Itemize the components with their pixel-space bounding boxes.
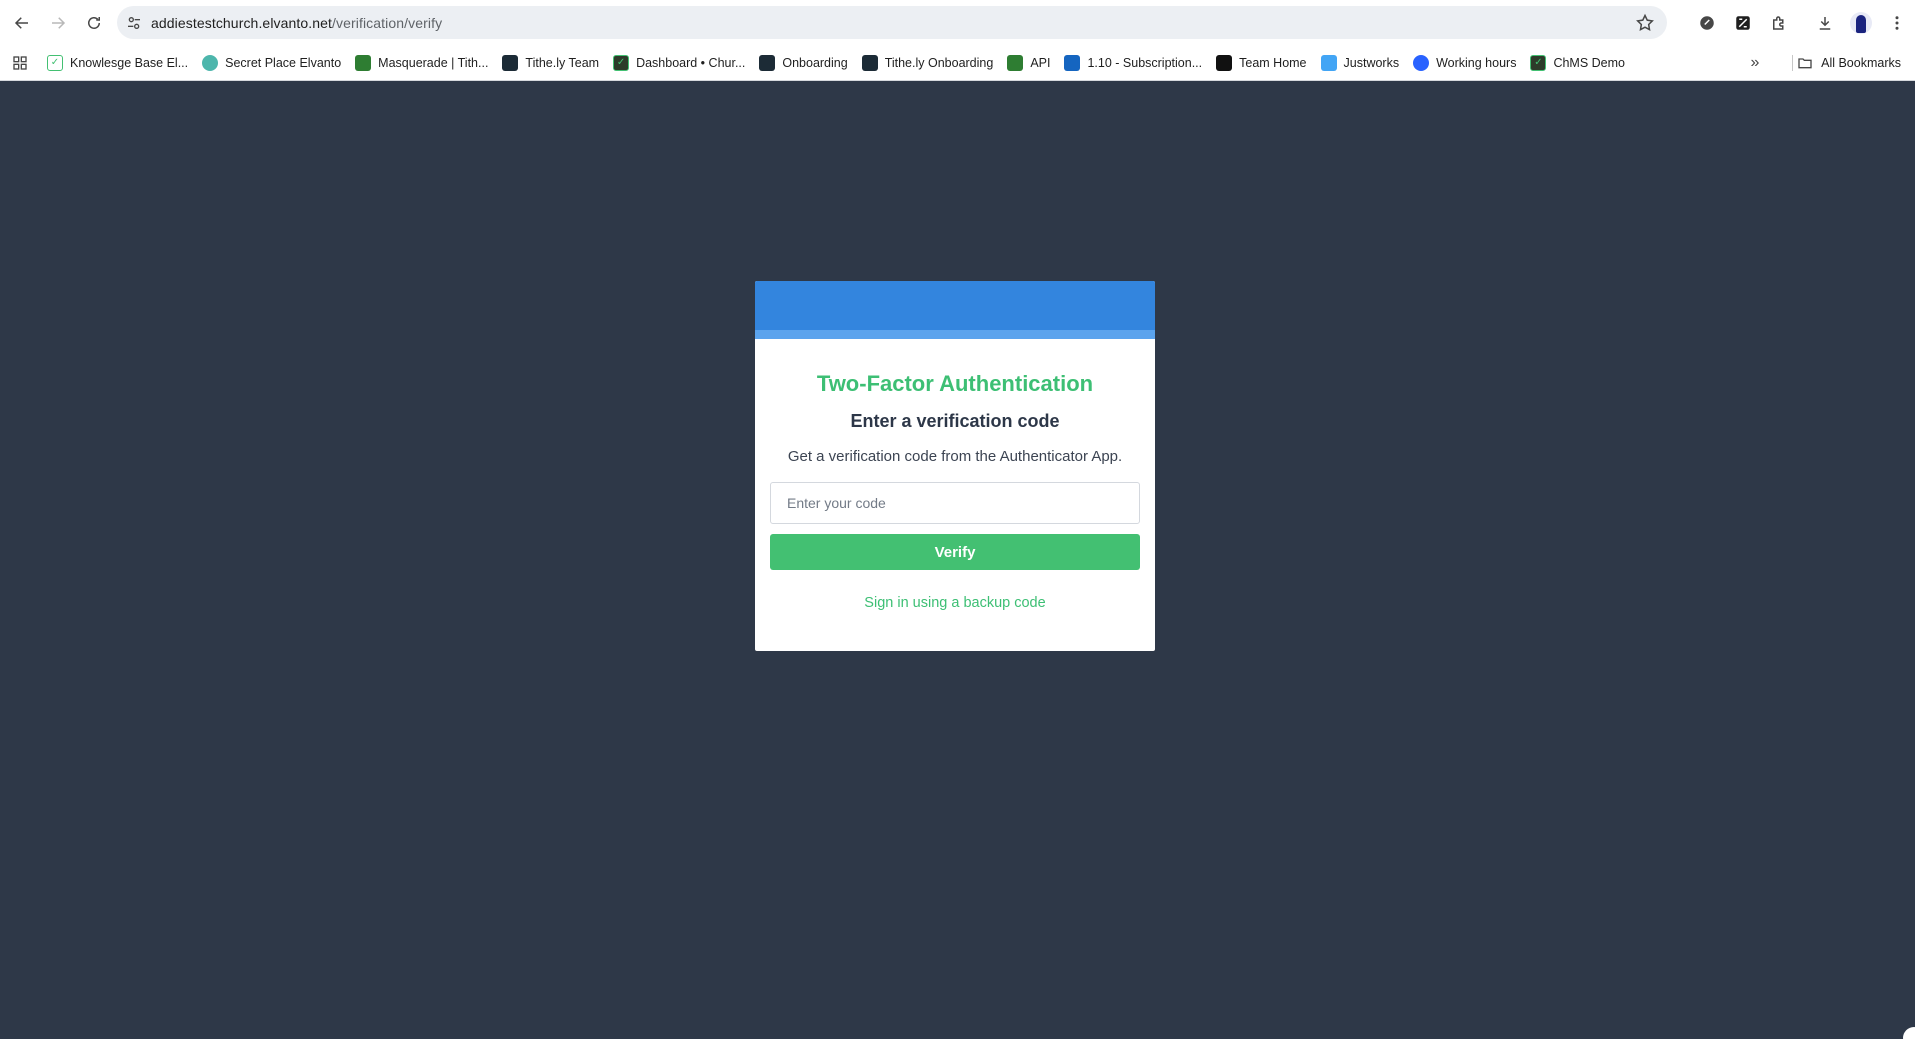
page-title: Two-Factor Authentication [816,371,1094,396]
bookmark-item[interactable]: Justworks [1314,49,1407,77]
globe-icon [1413,54,1430,71]
bookmark-label: Masquerade | Tith... [378,55,489,70]
bookmark-label: Dashboard • Chur... [636,55,746,70]
all-bookmarks-label: All Bookmarks [1821,56,1901,70]
url-text: addiestestchurch.elvanto.net/verificatio… [151,15,442,31]
elvanto-check-icon: ✓ [613,54,630,71]
tithely-dark-icon [502,54,519,71]
arrow-right-icon [52,16,66,29]
extension-link-button[interactable] [1689,5,1725,41]
avatar [1850,12,1872,34]
bookmark-label: Knowlesge Base El... [70,55,189,70]
arrow-left-icon [14,16,28,29]
zendesk-icon [1736,16,1750,30]
two-factor-card: Two-Factor Authentication Enter a verifi… [755,281,1155,651]
folder-icon [1798,58,1812,69]
apps-grid-icon [13,55,27,70]
bookmark-item[interactable]: ✓ Knowlesge Base El... [40,49,195,77]
url-host: addiestestchurch.elvanto.net [151,14,333,31]
bookmark-star-icon[interactable] [1635,13,1655,33]
bookmark-label: ChMS Demo [1553,55,1625,70]
tithely-dark-icon [759,54,776,71]
bookmark-label: 1.10 - Subscription... [1087,55,1203,70]
kebab-menu-icon [1895,16,1899,30]
tune-icon [128,16,140,29]
back-button[interactable] [4,5,40,41]
all-bookmarks-button[interactable]: All Bookmarks [1797,49,1901,77]
extension-zendesk-button[interactable] [1725,5,1761,41]
reload-icon [88,16,100,29]
tithely-dark-icon [861,54,878,71]
corner-widget[interactable] [1903,1027,1915,1039]
backup-code-link[interactable]: Sign in using a backup code [864,595,1045,611]
bookmark-item[interactable]: Working hours [1406,49,1523,77]
bookmark-item[interactable]: Secret Place Elvanto [195,49,348,77]
bookmark-item[interactable]: ✓ ChMS Demo [1523,49,1632,77]
elvanto-check-icon: ✓ [47,54,63,71]
more-bookmarks-button[interactable]: » [1741,49,1769,77]
bookmarks-divider [1792,55,1793,71]
toolbar-right [1689,5,1915,41]
bookmark-item[interactable]: 1.10 - Subscription... [1057,49,1209,77]
bookmarks-bar: ✓ Knowlesge Base El... Secret Place Elvant… [0,45,1915,81]
bookmark-item[interactable]: Team Home [1209,49,1313,77]
bookmark-item[interactable]: Tithe.ly Onboarding [855,49,1001,77]
page-subtitle: Enter a verification code [850,411,1060,431]
smiley-icon [202,54,219,71]
verify-button[interactable]: Verify [770,534,1140,570]
tithely-green-icon [355,54,372,71]
profile-button[interactable] [1843,5,1879,41]
downloads-button[interactable] [1807,5,1843,41]
extensions-button[interactable] [1761,5,1797,41]
bookmark-list: ✓ Knowlesge Base El... Secret Place Elvant… [40,49,1632,77]
forward-button[interactable] [40,5,76,41]
puzzle-icon [1773,16,1784,30]
address-bar[interactable]: addiestestchurch.elvanto.net/verificatio… [117,6,1667,39]
menu-button[interactable] [1879,5,1915,41]
bookmark-label: Team Home [1239,55,1307,70]
confluence-icon [1064,54,1081,71]
card-body: Two-Factor Authentication Enter a verifi… [755,371,1155,612]
card-header [755,281,1155,330]
bookmark-label: Onboarding [782,55,848,70]
download-icon [1819,17,1831,30]
bookmark-label: API [1030,55,1051,70]
card-header-strip [755,330,1155,339]
double-chevron-icon: » [1750,54,1760,71]
browser-toolbar: addiestestchurch.elvanto.net/verificatio… [0,0,1915,45]
bookmark-item[interactable]: Onboarding [752,49,854,77]
verification-code-input[interactable] [770,482,1140,524]
bookmark-item[interactable]: Masquerade | Tith... [348,49,495,77]
apps-button[interactable] [0,45,40,81]
bookmark-item[interactable]: ✓ Dashboard • Chur... [606,49,752,77]
elvanto-check-icon: ✓ [1530,54,1547,71]
bookmark-label: Justworks [1343,55,1400,70]
bookmark-label: Working hours [1436,55,1517,70]
page-description: Get a verification code from the Authent… [787,448,1123,465]
tithely-black-icon [1216,54,1233,71]
url-path: /verification/verify [332,14,443,31]
bookmark-label: Tithe.ly Team [525,55,600,70]
tithely-green-icon [1007,54,1024,71]
bookmark-item[interactable]: Tithe.ly Team [495,49,606,77]
justworks-icon [1320,54,1337,71]
link-circle-icon [1700,16,1714,30]
bookmark-label: Tithe.ly Onboarding [884,55,994,70]
bookmark-label: Secret Place Elvanto [225,55,342,70]
reload-button[interactable] [76,5,112,41]
bookmark-item[interactable]: API [1000,49,1057,77]
site-settings-button[interactable] [117,6,151,39]
